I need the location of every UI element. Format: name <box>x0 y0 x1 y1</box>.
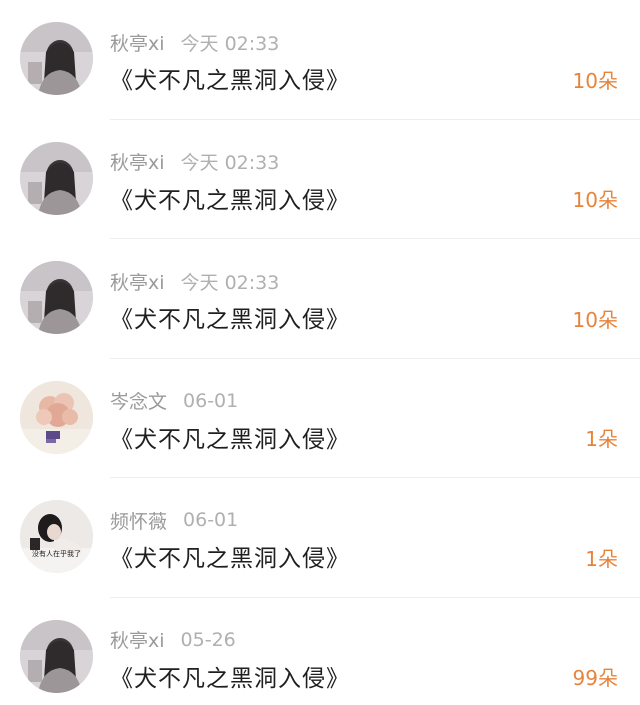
item-meta: 秋亭xi 今天 02:33 <box>110 28 279 56</box>
sender-name[interactable]: 秋亭xi <box>110 268 165 295</box>
flower-avatar-icon <box>20 380 93 454</box>
work-title[interactable]: 《犬不凡之黑洞入侵》 <box>110 419 350 455</box>
timestamp: 05-26 <box>180 628 236 651</box>
work-title[interactable]: 《犬不凡之黑洞入侵》 <box>110 658 350 694</box>
item-meta: 岑念文 06-01 <box>110 387 238 415</box>
list-item[interactable]: 没有人在乎我了 频怀薇 06-01 《犬不凡之黑洞入侵》 1朵 <box>0 478 640 598</box>
list-item[interactable]: 秋亭xi 今天 02:33 《犬不凡之黑洞入侵》 10朵 <box>0 0 640 120</box>
item-meta: 秋亭xi 今天 02:33 <box>110 148 279 176</box>
sender-name[interactable]: 秋亭xi <box>110 29 165 56</box>
timestamp: 今天 02:33 <box>180 32 280 55</box>
sender-name[interactable]: 秋亭xi <box>110 148 165 175</box>
girl-bw-avatar-icon <box>20 619 93 693</box>
item-meta: 秋亭xi 今天 02:33 <box>110 267 279 295</box>
timestamp: 今天 02:33 <box>180 271 280 294</box>
avatar[interactable] <box>20 22 93 95</box>
timestamp: 06-01 <box>183 509 239 531</box>
flower-amount: 1朵 <box>585 427 618 451</box>
sender-name[interactable]: 岑念文 <box>110 387 167 414</box>
flower-amount: 10朵 <box>572 68 618 93</box>
timestamp: 06-01 <box>183 389 239 412</box>
work-title[interactable]: 《犬不凡之黑洞入侵》 <box>110 538 350 574</box>
flower-amount: 10朵 <box>572 188 618 212</box>
list-item[interactable]: 岑念文 06-01 《犬不凡之黑洞入侵》 1朵 <box>0 359 640 478</box>
list-item[interactable]: 秋亭xi 05-26 《犬不凡之黑洞入侵》 99朵 <box>0 598 640 705</box>
flower-amount: 99朵 <box>572 666 618 690</box>
girl-bw-avatar-icon <box>20 22 93 95</box>
item-meta: 频怀薇 06-01 <box>110 506 238 534</box>
item-meta: 秋亭xi 05-26 <box>110 626 236 654</box>
list-item[interactable]: 秋亭xi 今天 02:33 《犬不凡之黑洞入侵》 10朵 <box>0 120 640 239</box>
avatar[interactable] <box>20 619 93 693</box>
avatar-caption: 没有人在乎我了 <box>32 549 81 558</box>
flower-amount: 1朵 <box>585 546 618 571</box>
avatar[interactable] <box>20 141 93 215</box>
avatar[interactable]: 没有人在乎我了 <box>20 500 93 573</box>
list-item[interactable]: 秋亭xi 今天 02:33 《犬不凡之黑洞入侵》 10朵 <box>0 239 640 359</box>
timestamp: 今天 02:33 <box>180 152 280 174</box>
flower-amount: 10朵 <box>572 307 618 332</box>
work-title[interactable]: 《犬不凡之黑洞入侵》 <box>110 60 350 96</box>
girl-bw-avatar-icon <box>20 141 93 215</box>
girl-bw-avatar-icon <box>20 261 93 334</box>
avatar[interactable] <box>20 261 93 334</box>
work-title[interactable]: 《犬不凡之黑洞入侵》 <box>110 299 350 335</box>
sender-name[interactable]: 秋亭xi <box>110 626 165 653</box>
gift-record-list: 秋亭xi 今天 02:33 《犬不凡之黑洞入侵》 10朵 秋亭xi 今天 02:… <box>0 0 640 705</box>
work-title[interactable]: 《犬不凡之黑洞入侵》 <box>110 180 350 216</box>
girl-caption-avatar-icon: 没有人在乎我了 <box>20 500 93 573</box>
sender-name[interactable]: 频怀薇 <box>110 507 167 534</box>
avatar[interactable] <box>20 380 93 454</box>
